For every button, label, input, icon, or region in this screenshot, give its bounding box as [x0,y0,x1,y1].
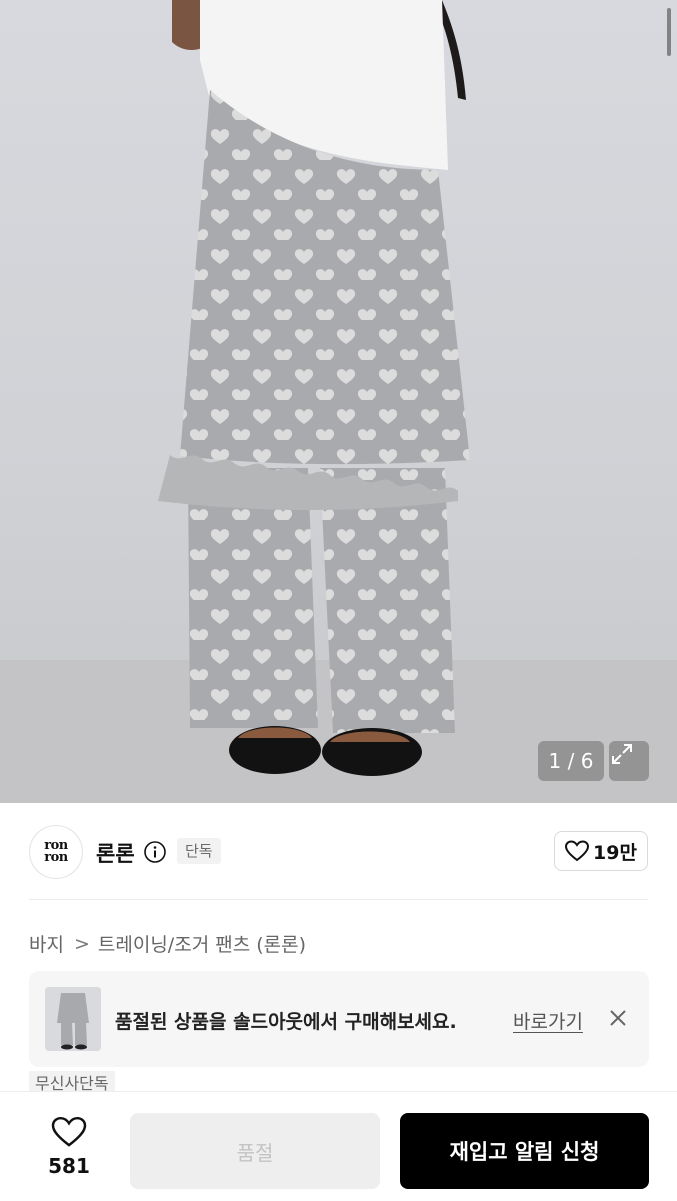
restock-alert-button[interactable]: 재입고 알림 신청 [400,1113,649,1189]
breadcrumb-subcategory[interactable]: 트레이닝/조거 팬츠 (론론) [98,930,306,957]
banner-message: 품절된 상품을 솔드아웃에서 구매해보세요. [115,1011,457,1033]
soldout-button: 품절 [130,1113,380,1189]
bottom-action-bar: 581 품절 재입고 알림 신청 [0,1091,677,1201]
wishlist-button[interactable]: 581 [40,1116,98,1178]
banner-shortcut-link[interactable]: 바로가기 [513,1007,583,1034]
wishlist-count: 581 [48,1154,90,1178]
divider [29,899,648,900]
product-photo [0,0,677,803]
brand-logo[interactable]: ron ron [29,825,83,879]
banner-thumbnail [45,987,101,1051]
close-icon[interactable] [609,1009,627,1027]
brand-like-count: 19만 [593,841,637,864]
expand-icon [612,744,632,764]
breadcrumb-separator: > [73,932,90,955]
heart-icon [565,840,590,862]
soldout-banner: 품절된 상품을 솔드아웃에서 구매해보세요. 바로가기 [29,971,649,1067]
scroll-indicator[interactable] [667,8,671,56]
heart-icon [51,1116,87,1147]
product-image[interactable]: 1 / 6 [0,0,677,803]
brand-like-button[interactable]: 19만 [554,831,648,871]
exclusive-badge: 단독 [177,838,221,864]
brand-name[interactable]: 론론 [96,838,135,868]
info-icon[interactable] [143,840,167,864]
breadcrumb-category[interactable]: 바지 [29,930,64,957]
image-counter: 1 / 6 [538,741,604,781]
expand-button[interactable] [609,741,649,781]
brand-logo-line2: ron [44,850,68,865]
breadcrumb: 바지 > 트레이닝/조거 팬츠 (론론) [29,930,306,957]
banner-thumbnail-image [45,987,101,1051]
